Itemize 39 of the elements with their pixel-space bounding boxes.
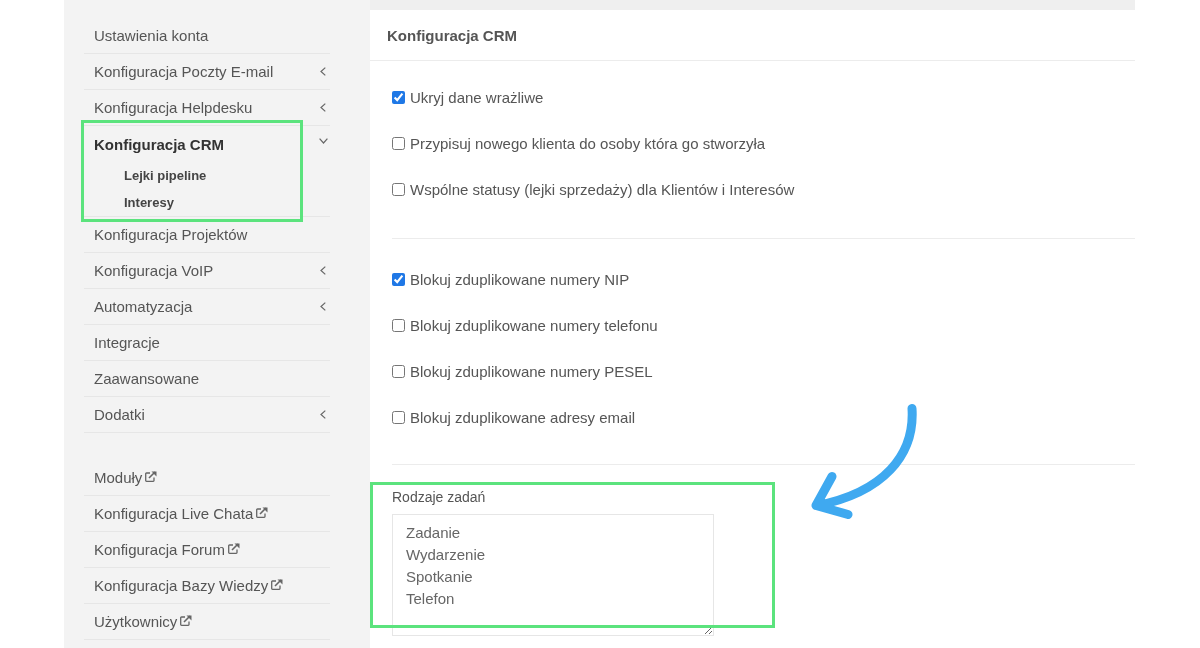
sidebar-item[interactable]: Automatyzacja <box>84 289 330 325</box>
sidebar-item[interactable]: Konfiguracja Forum <box>84 532 330 568</box>
textarea-field[interactable]: Zadanie Wydarzenie Spotkanie Telefon <box>392 514 714 636</box>
external-link-icon <box>256 506 269 518</box>
field-label: Rodzaje zadań <box>392 488 487 507</box>
checkbox-label[interactable]: Wspólne statusy (lejki sprzedaży) dla Klientów i Interesów <box>410 180 795 198</box>
sidebar-item[interactable]: Konfiguracja Live Chata <box>84 496 330 532</box>
sidebar-item[interactable]: Integracje <box>84 325 330 361</box>
checkbox-label[interactable]: Blokuj zduplikowane numery NIP <box>410 270 630 288</box>
external-link-icon <box>227 542 240 554</box>
checkbox[interactable] <box>392 136 405 150</box>
sidebar-item[interactable]: Konfiguracja Helpdesku <box>84 90 330 126</box>
sidebar-subitem[interactable]: Interesy <box>84 189 330 216</box>
sidebar-item[interactable]: Użytkownicy <box>84 604 330 640</box>
external-link-icon <box>180 614 193 626</box>
sidebar-subitem[interactable]: Lejki pipeline <box>84 162 330 189</box>
checkbox[interactable] <box>392 364 405 378</box>
sidebar-item[interactable]: Konfiguracja VoIP <box>84 253 330 289</box>
checkbox[interactable] <box>392 410 405 424</box>
panel-title: Konfiguracja CRM <box>387 26 517 44</box>
sidebar-item[interactable]: Zaawansowane <box>84 361 330 397</box>
sidebar-item[interactable]: Konfiguracja Projektów <box>84 217 330 253</box>
checkbox[interactable] <box>392 318 405 332</box>
sidebar-item[interactable]: Dodatki <box>84 397 330 433</box>
checkbox-label[interactable]: Blokuj zduplikowane adresy email <box>410 408 636 426</box>
checkbox-label[interactable]: Blokuj zduplikowane numery PESEL <box>410 362 653 380</box>
checkbox[interactable] <box>392 272 405 286</box>
external-link-icon <box>145 470 158 482</box>
checkbox[interactable] <box>392 182 405 196</box>
sidebar-item[interactable]: Konfiguracja CRM <box>84 126 330 162</box>
sidebar-item[interactable]: Moduły <box>84 460 330 496</box>
checkbox-label[interactable]: Ukryj dane wrażliwe <box>410 88 544 106</box>
sidebar-item[interactable]: Konfiguracja Bazy Wiedzy <box>84 568 330 604</box>
checkbox[interactable] <box>392 90 405 104</box>
sidebar-item[interactable]: Konfiguracja Poczty E-mail <box>84 54 330 90</box>
sidebar-item[interactable]: Ustawienia konta <box>84 18 330 54</box>
external-link-icon <box>271 578 284 590</box>
checkbox-label[interactable]: Blokuj zduplikowane numery telefonu <box>410 316 658 334</box>
checkbox-label[interactable]: Przypisuj nowego klienta do osoby która go stworzyła <box>410 134 766 152</box>
